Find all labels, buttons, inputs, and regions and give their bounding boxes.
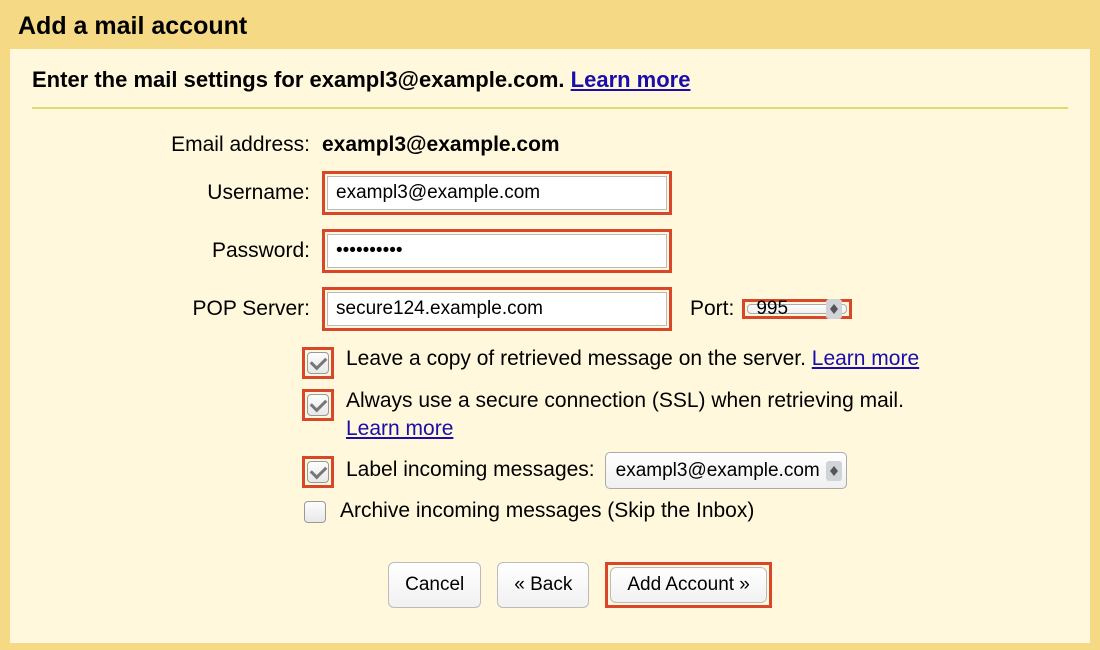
add-account-highlight: Add Account » — [605, 562, 772, 608]
username-row: Username: — [92, 171, 1068, 215]
password-highlight — [322, 229, 672, 273]
leave-copy-label: Leave a copy of retrieved message on the… — [346, 347, 812, 370]
archive-row: Archive incoming messages (Skip the Inbo… — [92, 497, 1068, 525]
leave-copy-learn-more-link[interactable]: Learn more — [812, 347, 919, 370]
pop-server-input[interactable] — [327, 292, 667, 326]
button-row: Cancel « Back Add Account » — [92, 562, 1068, 608]
instruction-email: exampl3@example.com — [310, 67, 559, 92]
instruction-suffix: . — [558, 67, 570, 92]
instruction-prefix: Enter the mail settings for — [32, 67, 310, 92]
archive-label: Archive incoming messages (Skip the Inbo… — [340, 499, 754, 522]
select-arrows-icon — [826, 461, 842, 481]
archive-text: Archive incoming messages (Skip the Inbo… — [340, 497, 754, 525]
ssl-learn-more-link[interactable]: Learn more — [346, 417, 453, 440]
username-input[interactable] — [327, 176, 667, 210]
add-account-button[interactable]: Add Account » — [610, 567, 767, 603]
label-incoming-text: Label incoming messages: exampl3@example… — [346, 452, 847, 490]
archive-checkbox[interactable] — [304, 501, 326, 523]
label-incoming-label: Label incoming messages: — [346, 456, 595, 484]
ssl-highlight — [302, 389, 334, 421]
instruction-text: Enter the mail settings for exampl3@exam… — [32, 67, 1068, 109]
ssl-text: Always use a secure connection (SSL) whe… — [346, 387, 904, 444]
cancel-button[interactable]: Cancel — [388, 562, 481, 608]
pop-server-highlight — [322, 287, 672, 331]
leave-copy-row: Leave a copy of retrieved message on the… — [92, 345, 1068, 379]
dialog-title: Add a mail account — [18, 12, 1082, 41]
password-input[interactable] — [327, 234, 667, 268]
label-incoming-select[interactable]: exampl3@example.com — [605, 452, 847, 490]
password-row: Password: — [92, 229, 1068, 273]
leave-copy-highlight — [302, 347, 334, 379]
archive-chk-wrap — [302, 499, 328, 525]
label-incoming-row: Label incoming messages: exampl3@example… — [92, 452, 1068, 490]
ssl-row: Always use a secure connection (SSL) whe… — [92, 387, 1068, 444]
leave-copy-checkbox[interactable] — [307, 352, 329, 374]
username-label: Username: — [92, 181, 322, 205]
leave-copy-text: Leave a copy of retrieved message on the… — [346, 345, 919, 373]
password-label: Password: — [92, 239, 322, 263]
form-area: Email address: exampl3@example.com Usern… — [32, 133, 1068, 608]
back-button[interactable]: « Back — [497, 562, 589, 608]
instruction-learn-more-link[interactable]: Learn more — [571, 67, 691, 92]
ssl-label: Always use a secure connection (SSL) whe… — [346, 389, 904, 412]
label-incoming-highlight — [302, 456, 334, 488]
email-row: Email address: exampl3@example.com — [92, 133, 1068, 157]
port-select[interactable]: 995 — [747, 304, 847, 314]
dialog-header: Add a mail account — [0, 0, 1100, 49]
username-highlight — [322, 171, 672, 215]
pop-server-row: POP Server: Port: 995 — [92, 287, 1068, 331]
pop-server-label: POP Server: — [92, 297, 322, 321]
select-arrows-icon — [826, 299, 842, 319]
email-label: Email address: — [92, 133, 322, 157]
email-value: exampl3@example.com — [322, 133, 560, 157]
ssl-checkbox[interactable] — [307, 394, 329, 416]
port-highlight: 995 — [742, 299, 852, 319]
port-label: Port: — [690, 297, 734, 321]
label-incoming-checkbox[interactable] — [307, 461, 329, 483]
dialog-content: Enter the mail settings for exampl3@exam… — [10, 49, 1090, 643]
label-incoming-select-value: exampl3@example.com — [616, 458, 820, 484]
